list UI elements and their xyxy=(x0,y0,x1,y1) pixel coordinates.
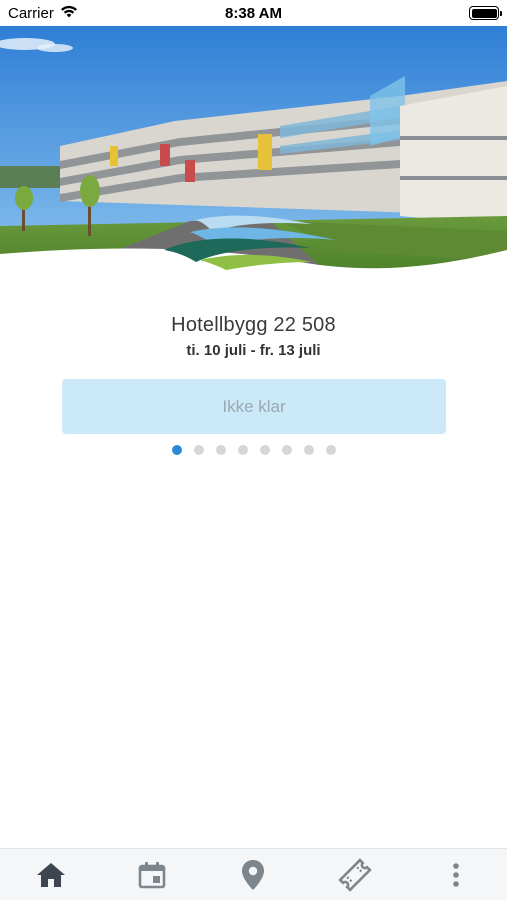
page-dot[interactable] xyxy=(281,445,292,455)
tab-location[interactable] xyxy=(223,851,283,899)
page-dot[interactable] xyxy=(325,445,336,455)
tab-more[interactable] xyxy=(426,851,486,899)
ticket-icon xyxy=(338,857,372,892)
page-dot[interactable] xyxy=(171,445,182,455)
hotel-building-photo xyxy=(0,26,507,276)
tab-bar xyxy=(0,848,507,900)
hero-image xyxy=(0,26,507,276)
booking-dates: ti. 10 juli - fr. 13 juli xyxy=(186,342,321,359)
page-dot[interactable] xyxy=(303,445,314,455)
hotel-name: Hotellbygg 22 508 xyxy=(171,314,336,336)
tab-tickets[interactable] xyxy=(325,851,385,899)
page-dot[interactable] xyxy=(193,445,204,455)
wifi-icon xyxy=(60,5,78,22)
status-button[interactable]: Ikke klar xyxy=(62,379,446,434)
location-pin-icon xyxy=(242,859,265,890)
battery-icon xyxy=(469,6,502,20)
booking-info: Hotellbygg 22 508 ti. 10 juli - fr. 13 j… xyxy=(0,314,507,359)
more-vertical-icon xyxy=(453,862,460,887)
tab-home[interactable] xyxy=(21,851,81,899)
page-dot[interactable] xyxy=(259,445,270,455)
tab-calendar[interactable] xyxy=(122,851,182,899)
page-dot[interactable] xyxy=(237,445,248,455)
home-icon xyxy=(36,862,65,887)
status-bar: Carrier 8:38 AM xyxy=(0,0,507,26)
carrier-label: Carrier xyxy=(8,4,54,22)
page-dot[interactable] xyxy=(215,445,226,455)
calendar-icon xyxy=(138,861,166,888)
page-indicator[interactable] xyxy=(0,445,507,455)
status-left: Carrier xyxy=(8,5,78,22)
